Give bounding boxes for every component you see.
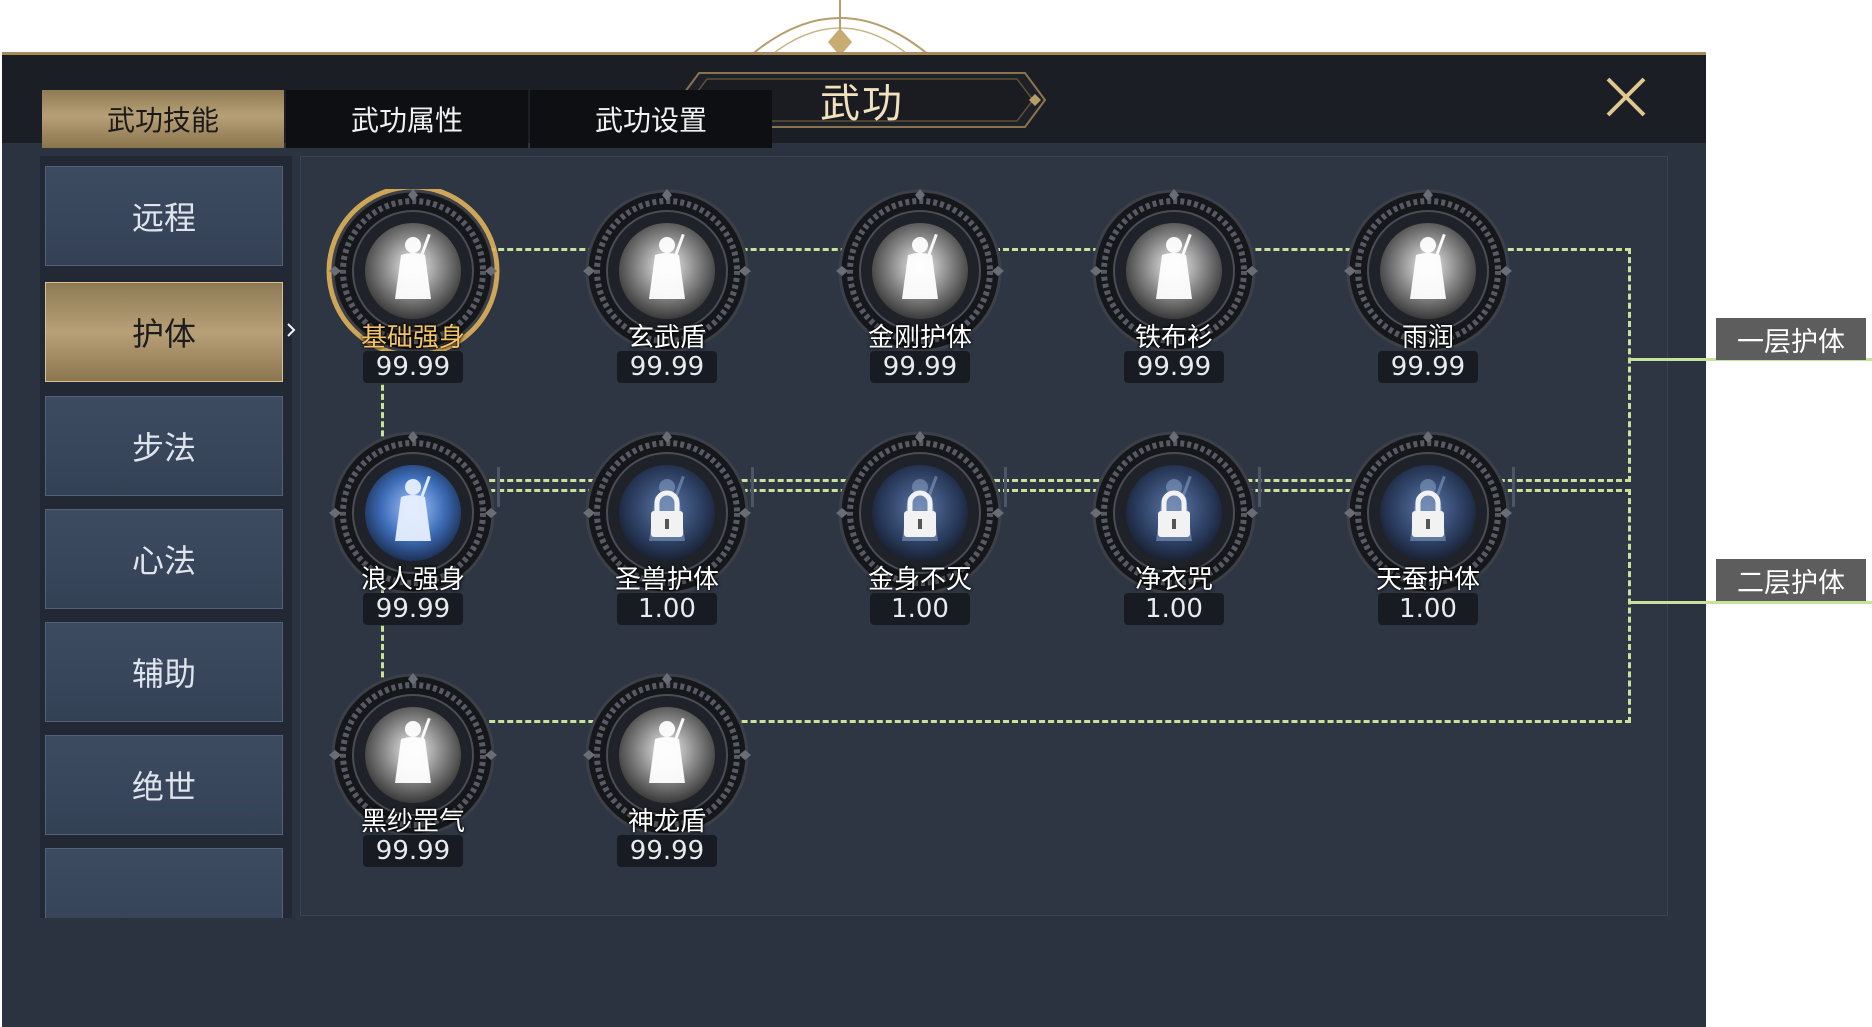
header-ornament bbox=[749, 0, 931, 57]
skill-level: 1.00 bbox=[617, 593, 717, 625]
skill-level: 99.99 bbox=[1124, 351, 1224, 383]
skill-name: 黑纱罡气 bbox=[360, 807, 465, 837]
tab-label: 武功属性 bbox=[350, 104, 463, 137]
sidebar-item-label: 远程 bbox=[131, 199, 196, 237]
tab-skills[interactable]: 武功技能 bbox=[42, 90, 284, 148]
skill-name: 铁布衫 bbox=[1134, 323, 1213, 353]
sidebar-item-label: 护体 bbox=[131, 315, 196, 353]
tab-label: 武功技能 bbox=[106, 104, 219, 137]
skill-item[interactable]: 铁布衫 99.99 bbox=[1082, 189, 1266, 389]
sidebar-item-label: 步法 bbox=[131, 429, 196, 467]
tab-attributes[interactable]: 武功属性 bbox=[286, 90, 528, 148]
sidebar-item-mind[interactable]: 心法 bbox=[45, 509, 283, 609]
sidebar-item-ultimate[interactable]: 绝世 bbox=[45, 735, 283, 835]
skill-name: 雨润 bbox=[1401, 323, 1454, 353]
skill-name: 玄武盾 bbox=[627, 323, 706, 353]
skill-item[interactable]: 圣兽护体 1.00 bbox=[575, 431, 759, 631]
skill-level: 99.99 bbox=[870, 351, 970, 383]
sidebar-item-sect[interactable]: 门武 bbox=[45, 848, 283, 918]
sidebar-item-protection[interactable]: 护体 bbox=[45, 282, 283, 382]
layer2-annotation-line bbox=[1630, 601, 1872, 604]
skill-item[interactable]: 金刚护体 99.99 bbox=[828, 189, 1012, 389]
sidebar-item-support[interactable]: 辅助 bbox=[45, 622, 283, 722]
skill-name: 金身不灭 bbox=[867, 565, 972, 595]
skill-item[interactable]: 基础强身 99.99 bbox=[321, 189, 505, 389]
skill-name: 圣兽护体 bbox=[614, 565, 719, 595]
layer1-annotation: 一层护体 bbox=[1716, 318, 1866, 360]
skill-level: 99.99 bbox=[363, 835, 463, 867]
sidebar-item-footwork[interactable]: 步法 bbox=[45, 396, 283, 496]
sidebar-item-label: 辅助 bbox=[131, 655, 196, 693]
skill-name: 神龙盾 bbox=[627, 807, 706, 837]
skill-item[interactable]: 黑纱罡气 99.99 bbox=[321, 673, 505, 873]
sidebar-item-label: 门武 bbox=[132, 915, 196, 918]
chevron-right-icon bbox=[287, 323, 296, 337]
close-icon[interactable] bbox=[1602, 73, 1650, 121]
tab-settings[interactable]: 武功设置 bbox=[530, 90, 772, 148]
skill-item[interactable]: 净衣咒 1.00 bbox=[1082, 431, 1266, 631]
skill-item[interactable]: 金身不灭 1.00 bbox=[828, 431, 1012, 631]
skill-item[interactable]: 雨润 99.99 bbox=[1336, 189, 1520, 389]
skill-item[interactable]: 天蚕护体 1.00 bbox=[1336, 431, 1520, 631]
skill-name: 基础强身 bbox=[360, 323, 465, 353]
skill-level: 99.99 bbox=[617, 835, 717, 867]
layer2-annotation: 二层护体 bbox=[1716, 559, 1866, 601]
sidebar-item-label: 心法 bbox=[131, 542, 196, 580]
skill-level: 99.99 bbox=[1378, 351, 1478, 383]
skill-item[interactable]: 玄武盾 99.99 bbox=[575, 189, 759, 389]
skill-name: 金刚护体 bbox=[867, 323, 972, 353]
skill-item[interactable]: 神龙盾 99.99 bbox=[575, 673, 759, 873]
skill-level: 1.00 bbox=[870, 593, 970, 625]
skill-grid-area: 基础强身 99.99 玄武盾 99.99 金刚护体 99.99 铁布衫 99.99 雨润 99.9… bbox=[300, 156, 1668, 916]
skill-name: 天蚕护体 bbox=[1375, 565, 1480, 595]
skill-level: 1.00 bbox=[1124, 593, 1224, 625]
skill-level: 99.99 bbox=[617, 351, 717, 383]
skill-level: 99.99 bbox=[363, 351, 463, 383]
tab-label: 武功设置 bbox=[594, 104, 707, 137]
tab-bar: 武功技能 武功属性 武功设置 bbox=[42, 90, 774, 148]
sidebar-item-label: 绝世 bbox=[131, 768, 196, 806]
skill-name: 浪人强身 bbox=[360, 565, 465, 595]
skill-level: 99.99 bbox=[363, 593, 463, 625]
skill-name: 净衣咒 bbox=[1134, 565, 1213, 595]
skill-level: 1.00 bbox=[1378, 593, 1478, 625]
sidebar-item-ranged[interactable]: 远程 bbox=[45, 166, 283, 266]
category-sidebar[interactable]: 远程 护体 步法 心法 辅助 绝世 门武 bbox=[40, 156, 292, 918]
skill-item[interactable]: 浪人强身 99.99 bbox=[321, 431, 505, 631]
